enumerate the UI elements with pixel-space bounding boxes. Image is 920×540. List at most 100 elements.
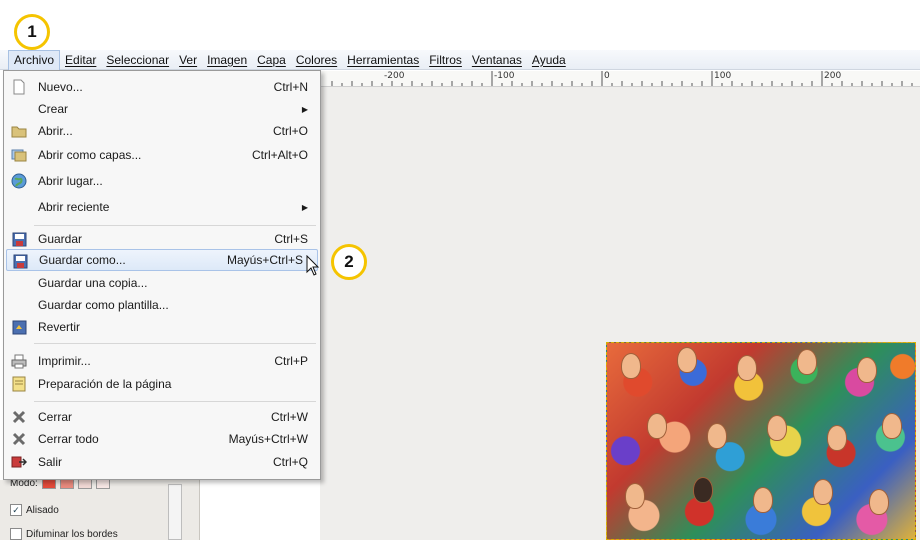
menu-imagen[interactable]: Imagen [202,51,252,69]
menu-item-label: Abrir lugar... [38,174,103,188]
menu-item-guardar[interactable]: Guardar Ctrl+S [6,228,318,250]
ruler-label: -100 [494,71,515,81]
menu-editar[interactable]: Editar [60,51,101,69]
menu-item-nuevo[interactable]: Nuevo... Ctrl+N [6,76,318,98]
menu-archivo[interactable]: Archivo [8,49,61,70]
submenu-arrow-icon: ▶ [301,104,308,114]
ruler-label: 200 [824,71,842,81]
menu-item-label: Guardar [38,232,83,246]
step-2-callout: 2 [331,244,367,280]
printer-icon [11,353,27,369]
menu-item-shortcut: Mayús+Ctrl+S [226,253,303,267]
menu-item-shortcut: Ctrl+O [272,124,308,138]
menubar: Archivo Editar Seleccionar Ver Imagen Ca… [0,49,920,70]
feather-row: Difuminar los bordes [10,528,118,540]
menu-item-label: Cerrar [38,410,73,424]
menu-separator [34,401,316,402]
menu-item-guardar-plantilla[interactable]: Guardar como plantilla... [6,294,318,316]
menu-item-shortcut: Ctrl+P [274,354,308,368]
menu-item-shortcut: Ctrl+Q [272,455,308,469]
close-all-icon [11,431,27,447]
menu-item-preparacion-pagina[interactable]: Preparación de la página [6,373,318,395]
antialias-checkbox[interactable]: ✓ [10,504,22,516]
face-figure [882,413,902,439]
menu-item-abrir-lugar[interactable]: Abrir lugar... [6,170,318,192]
menu-separator [34,343,316,344]
menu-item-label: Revertir [38,320,81,334]
menu-item-shortcut: Mayús+Ctrl+W [228,432,308,446]
menu-item-label: Salir [38,455,63,469]
menu-item-crear[interactable]: Crear ▶ [6,98,318,120]
menu-item-shortcut: Ctrl+W [271,410,308,424]
menu-item-abrir-reciente[interactable]: Abrir reciente ▶ [6,196,318,218]
ruler-label: -200 [384,71,405,81]
save-as-icon [12,253,28,269]
horizontal-ruler: -200 -100 0 100 200 [320,71,920,87]
step-1-callout: 1 [14,14,50,50]
face-figure [827,425,847,451]
menu-item-label: Abrir como capas... [38,148,142,162]
ruler-label: 0 [604,71,610,81]
face-figure [753,487,773,513]
menu-item-label: Cerrar todo [38,432,99,446]
globe-icon [11,173,27,189]
face-figure [813,479,833,505]
menu-colores[interactable]: Colores [291,51,342,69]
open-layers-icon [11,147,27,163]
menu-item-imprimir[interactable]: Imprimir... Ctrl+P [6,350,318,372]
menu-item-cerrar-todo[interactable]: Cerrar todo Mayús+Ctrl+W [6,428,318,450]
new-file-icon [11,79,27,95]
face-figure [707,423,727,449]
menu-item-salir[interactable]: Salir Ctrl+Q [6,451,318,473]
menu-item-label: Preparación de la página [38,377,172,391]
antialias-label: Alisado [26,504,59,516]
feather-checkbox[interactable] [10,528,22,540]
face-figure [767,415,787,441]
panel-scrollbar[interactable] [168,484,182,540]
menu-item-label: Nuevo... [38,80,83,94]
face-figure [869,489,889,515]
page-setup-icon [11,376,27,392]
menu-seleccionar[interactable]: Seleccionar [101,51,174,69]
face-figure [647,413,667,439]
menu-item-guardar-como[interactable]: Guardar como... Mayús+Ctrl+S [6,249,318,271]
menu-ver[interactable]: Ver [174,51,202,69]
face-figure [737,355,757,381]
menu-ventanas[interactable]: Ventanas [467,51,527,69]
ruler-label: 100 [714,71,732,81]
face-figure [797,349,817,375]
menu-herramientas[interactable]: Herramientas [342,51,424,69]
feather-label: Difuminar los bordes [26,528,118,540]
menu-item-label: Guardar como plantilla... [38,298,169,312]
menu-item-cerrar[interactable]: Cerrar Ctrl+W [6,406,318,428]
face-figure [857,357,877,383]
face-figure [621,353,641,379]
menu-item-guardar-copia[interactable]: Guardar una copia... [6,272,318,294]
menu-item-abrir[interactable]: Abrir... Ctrl+O [6,120,318,142]
quit-icon [11,454,27,470]
mouse-cursor-icon [306,255,320,276]
menu-item-label: Imprimir... [38,354,91,368]
menu-ayuda[interactable]: Ayuda [527,51,571,69]
menu-item-label: Abrir... [38,124,73,138]
menu-item-shortcut: Ctrl+Alt+O [251,148,308,162]
face-figure [677,347,697,373]
menu-item-abrir-como-capas[interactable]: Abrir como capas... Ctrl+Alt+O [6,144,318,166]
menu-item-shortcut: Ctrl+S [274,232,308,246]
menu-item-label: Crear [38,102,69,116]
folder-open-icon [11,123,27,139]
face-figure [625,483,645,509]
menu-item-label: Guardar como... [39,253,126,267]
file-menu: Nuevo... Ctrl+N Crear ▶ Abrir... Ctrl+O … [3,70,321,480]
canvas-image[interactable] [606,342,916,540]
face-figure [693,477,713,503]
close-icon [11,409,27,425]
menu-item-label: Abrir reciente [38,200,110,214]
menu-item-shortcut: Ctrl+N [273,80,308,94]
antialias-row: ✓ Alisado [10,504,59,516]
menu-item-revertir[interactable]: Revertir [6,316,318,338]
menu-filtros[interactable]: Filtros [424,51,467,69]
revert-icon [11,319,27,335]
menu-capa[interactable]: Capa [252,51,291,69]
menu-separator [34,225,316,226]
